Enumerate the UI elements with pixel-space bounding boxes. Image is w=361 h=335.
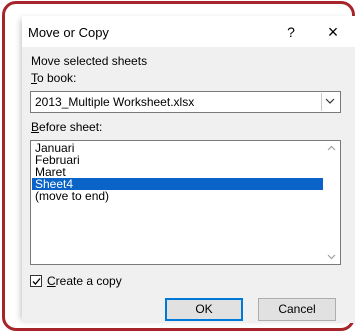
to-book-dropdown[interactable]: 2013_Multiple Worksheet.xlsx [30, 91, 341, 113]
sheet-list-item[interactable]: Februari [32, 154, 323, 166]
vertical-scrollbar[interactable] [323, 141, 340, 264]
before-sheet-label: Before sheet: [31, 120, 103, 134]
move-selected-sheets-label: Move selected sheets [31, 54, 148, 68]
to-book-label: To book: [31, 71, 77, 85]
help-button[interactable]: ? [281, 22, 301, 42]
checkmark-icon [32, 278, 41, 285]
scroll-down-icon [327, 254, 336, 260]
create-copy-label: Create a copy [47, 274, 122, 288]
dropdown-arrow-button[interactable] [321, 93, 339, 111]
to-book-value: 2013_Multiple Worksheet.xlsx [35, 95, 195, 109]
ok-button[interactable]: OK [165, 298, 243, 321]
before-sheet-list[interactable]: Januari Februari Maret Sheet4 (move to end) [30, 140, 341, 265]
title-bar: Move or Copy ? × [22, 16, 355, 47]
sheet-list-item[interactable]: (move to end) [32, 190, 323, 202]
close-button[interactable]: × [321, 21, 345, 43]
dialog-title: Move or Copy [28, 25, 109, 40]
move-or-copy-dialog: Move or Copy ? × Move selected sheets To… [22, 16, 355, 323]
create-copy-checkbox[interactable] [30, 275, 42, 287]
scroll-up-icon [327, 145, 336, 151]
sheet-list-item[interactable]: Maret [32, 166, 323, 178]
chevron-down-icon [325, 98, 335, 104]
cancel-button[interactable]: Cancel [258, 298, 336, 321]
sheet-list-items: Januari Februari Maret Sheet4 (move to end) [32, 142, 323, 202]
